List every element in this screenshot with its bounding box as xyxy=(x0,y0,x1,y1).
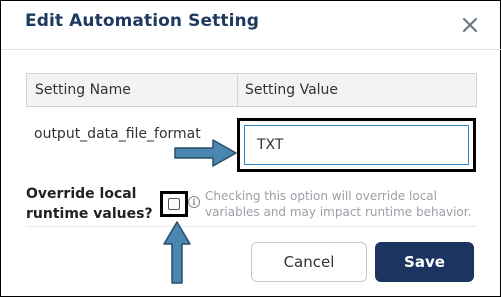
setting-value-input[interactable]: TXT xyxy=(244,125,469,165)
row-divider xyxy=(26,226,477,227)
settings-table-header: Setting Name Setting Value xyxy=(26,73,477,107)
column-divider xyxy=(237,74,238,106)
override-checkbox[interactable] xyxy=(168,198,180,210)
dialog: Edit Automation Setting Setting Name Set… xyxy=(0,0,501,297)
cancel-button[interactable]: Cancel xyxy=(251,242,367,282)
column-header-setting-name: Setting Name xyxy=(35,82,131,98)
column-header-setting-value: Setting Value xyxy=(245,82,339,98)
header-divider xyxy=(1,49,501,50)
info-icon: i xyxy=(188,196,200,208)
annotation-arrow-right-icon xyxy=(173,138,239,172)
override-label: Override local runtime values? xyxy=(26,186,153,222)
save-button[interactable]: Save xyxy=(375,242,474,282)
override-help-text: Checking this option will override local… xyxy=(205,189,472,219)
checkbox-highlight xyxy=(160,191,188,217)
setting-value-highlight: TXT xyxy=(237,118,476,172)
close-icon[interactable] xyxy=(456,11,484,39)
annotation-arrow-up-icon xyxy=(162,220,192,290)
dialog-title: Edit Automation Setting xyxy=(25,11,259,31)
